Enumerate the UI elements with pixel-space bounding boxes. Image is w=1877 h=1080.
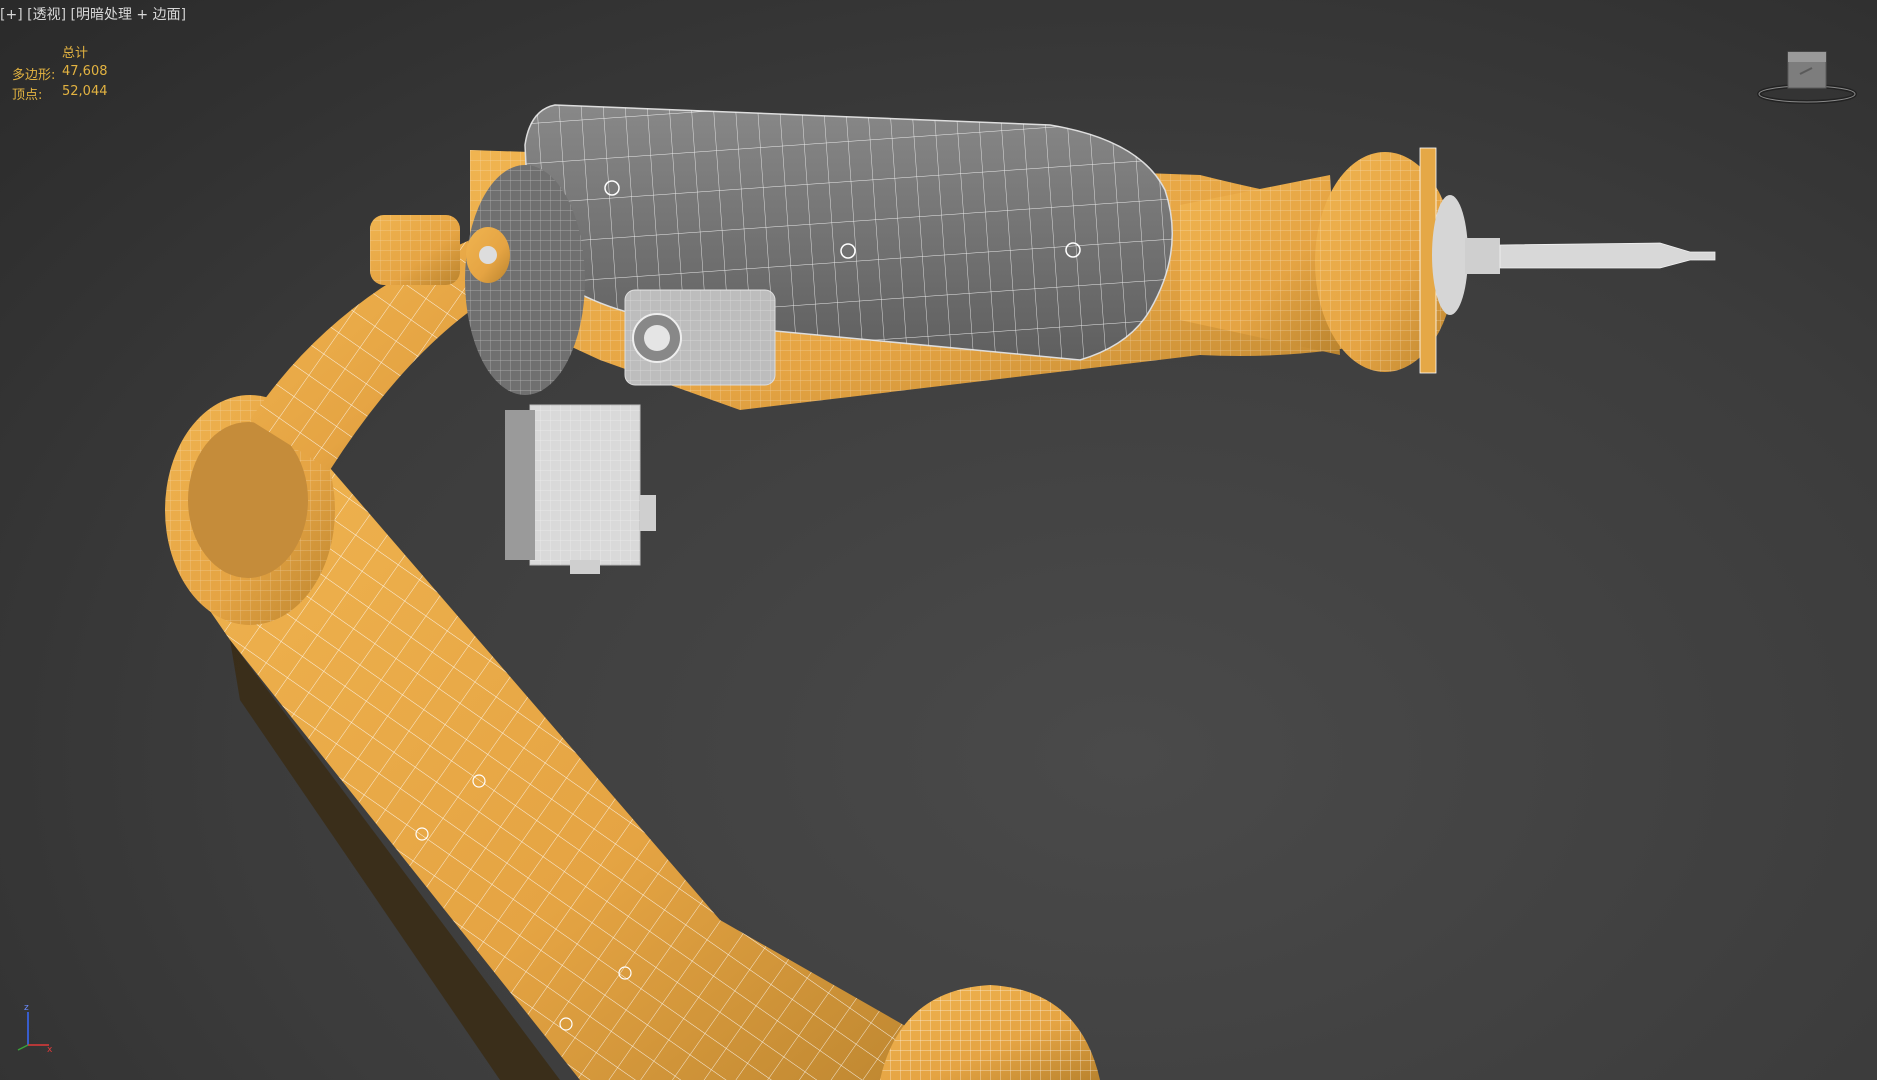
stats-title: 总计 [62,46,89,61]
motor-pack [505,404,656,574]
viewport-shading-menu[interactable]: 明暗处理 + 边面 [76,7,181,23]
viewport-perspective[interactable]: [+] [透视] [明暗处理 + 边面] 总计 多边形: 47,608 顶点: … [0,0,1877,1080]
viewport-menu-bracket: [ [22,7,33,23]
gearbox [624,289,776,386]
stats-row-vertices: 顶点: 52,044 [12,84,108,104]
viewport-menu-bracket: ] [180,7,187,23]
axis-tripod-icon: z x [17,1003,53,1055]
viewport-general-menu[interactable]: + [5,7,17,23]
polygons-value: 47,608 [62,64,108,79]
viewport-point-of-view-menu[interactable]: 透视 [33,7,61,23]
polygons-label: 多边形: [12,68,56,83]
view-cube-icon[interactable] [1752,48,1862,108]
robot-arm-model[interactable] [0,0,1877,1080]
stats-row-polygons: 多边形: 47,608 [12,64,108,84]
tool-tip [1499,242,1716,269]
statistics-overlay: 总计 多边形: 47,608 顶点: 52,044 [12,42,108,104]
svg-text:x: x [47,1045,53,1055]
base-joint [880,985,1100,1080]
vertices-label: 顶点: [12,88,43,103]
vertices-value: 52,044 [62,84,108,99]
svg-text:z: z [24,1003,29,1013]
viewport-label[interactable]: [+] [透视] [明暗处理 + 边面] [0,4,186,26]
viewport-menu-bracket: ] [ [60,7,76,23]
